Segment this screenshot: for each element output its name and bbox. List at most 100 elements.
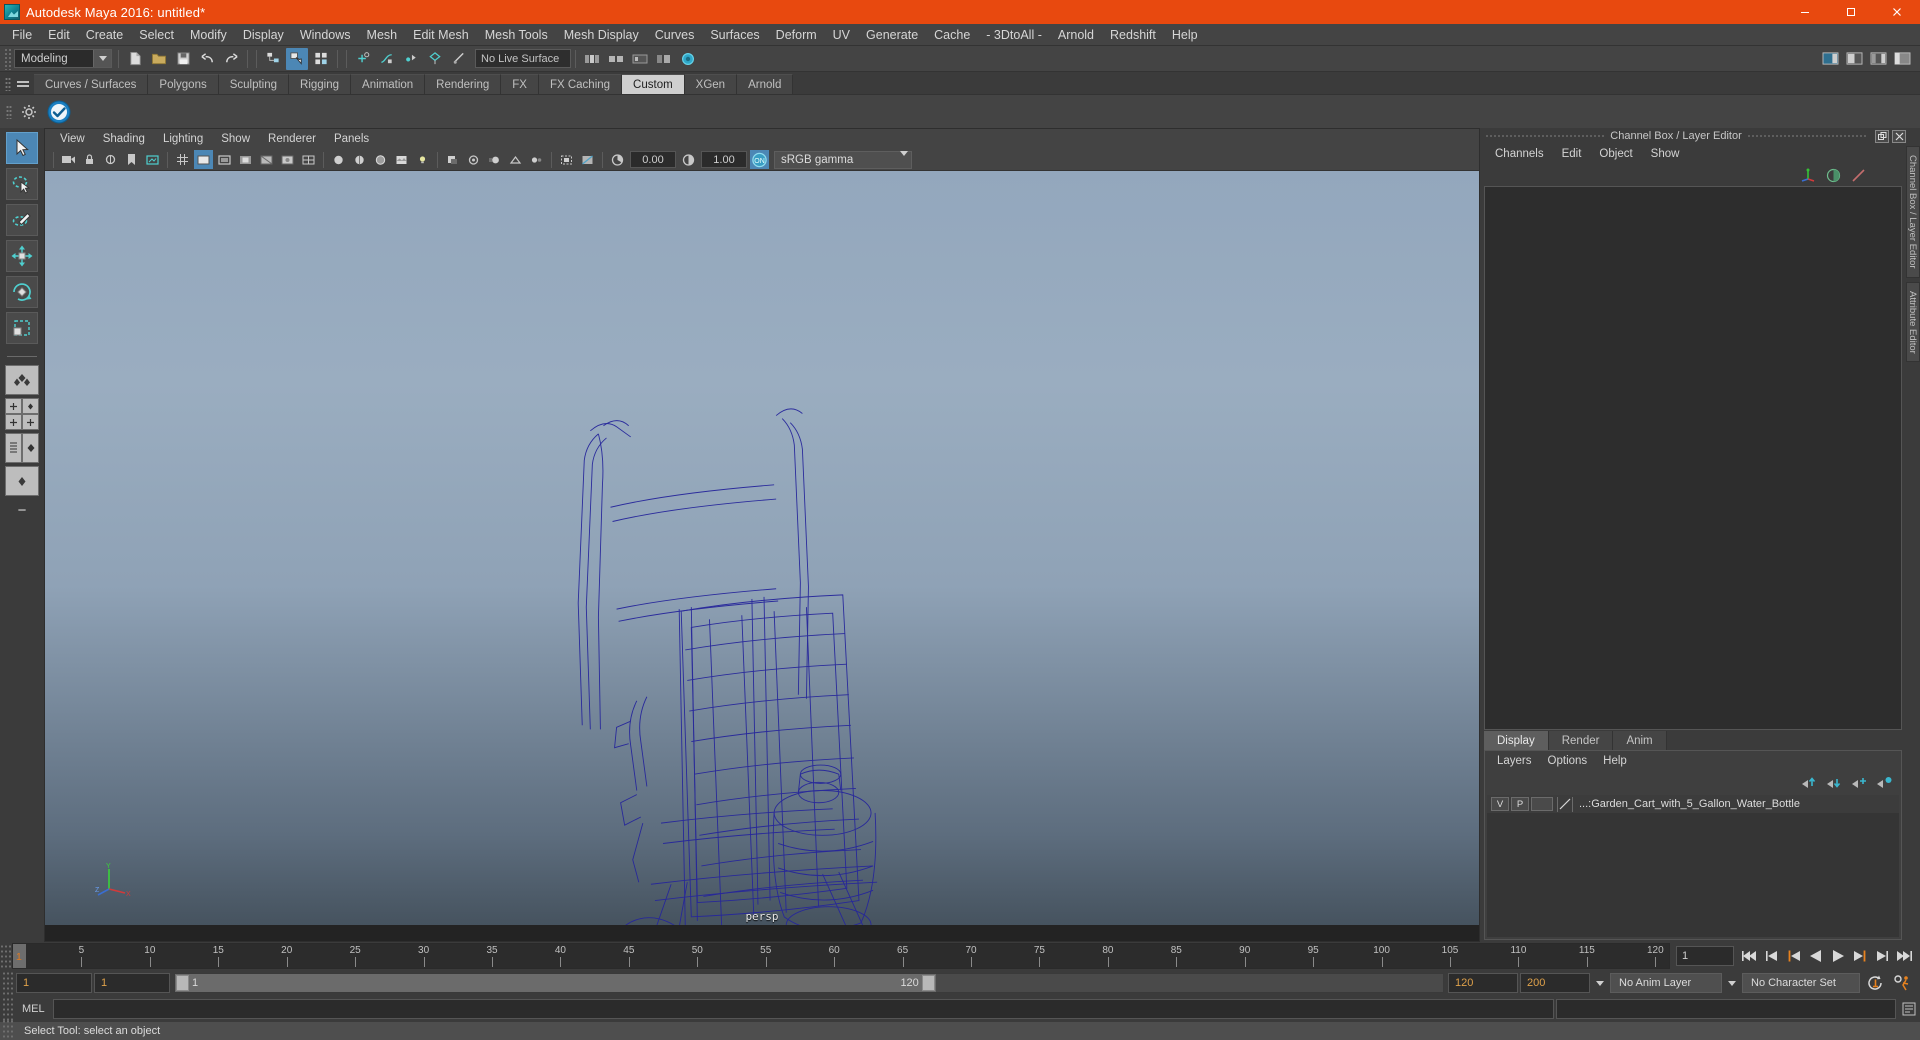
go-to-end-icon[interactable] [1894, 945, 1914, 967]
range-end-field[interactable]: 120 [1448, 973, 1518, 993]
menu-mesh-tools[interactable]: Mesh Tools [477, 25, 556, 45]
new-layer-icon[interactable] [1851, 776, 1868, 789]
menu-modify[interactable]: Modify [182, 25, 235, 45]
display-layer-list[interactable]: V P ...:Garden_Cart_with_5_Gallon_Water_… [1487, 795, 1899, 937]
viewport-menu-view[interactable]: View [51, 130, 94, 148]
move-layer-up-icon[interactable] [1801, 776, 1818, 789]
perspective-viewport[interactable]: Y X Z persp [45, 171, 1479, 925]
layer-row[interactable]: V P ...:Garden_Cart_with_5_Gallon_Water_… [1487, 795, 1899, 813]
textured-icon[interactable] [392, 150, 411, 169]
minimize-icon[interactable] [1782, 0, 1828, 24]
character-set-combo[interactable]: No Character Set [1742, 973, 1860, 993]
camera-attributes-icon[interactable] [101, 150, 120, 169]
layer-menu-layers[interactable]: Layers [1489, 752, 1540, 770]
playback-range-bar[interactable]: 1 120 [174, 973, 1444, 993]
gate-mask-icon[interactable] [236, 150, 255, 169]
close-icon[interactable] [1874, 0, 1920, 24]
screen-space-ao-icon[interactable] [464, 150, 483, 169]
lasso-select-tool-button[interactable] [6, 168, 38, 200]
exposure-field[interactable]: 0.00 [630, 151, 676, 168]
menu-mesh-display[interactable]: Mesh Display [556, 25, 647, 45]
shaded-wireframe-icon[interactable] [371, 150, 390, 169]
shelf-tab-custom[interactable]: Custom [622, 74, 685, 94]
gamma-icon[interactable] [679, 150, 698, 169]
grid-toggle-icon[interactable] [173, 150, 192, 169]
scale-tool-button[interactable] [6, 312, 38, 344]
menu-redshift[interactable]: Redshift [1102, 25, 1164, 45]
move-layer-down-icon[interactable] [1826, 776, 1843, 789]
chevron-down-icon[interactable] [900, 150, 908, 168]
snap-point-icon[interactable] [400, 48, 422, 70]
hypershade-persp-layout-icon[interactable] [5, 466, 39, 496]
channel-menu-object[interactable]: Object [1590, 145, 1641, 163]
menu-edit[interactable]: Edit [40, 25, 78, 45]
menu-3dtoall[interactable]: - 3DtoAll - [978, 25, 1050, 45]
layout-more-button[interactable]: − [5, 499, 39, 521]
shelf-tab-rigging[interactable]: Rigging [289, 74, 352, 94]
layer-tab-display[interactable]: Display [1484, 731, 1549, 750]
redo-icon[interactable] [220, 48, 242, 70]
3dtoall-converter-icon[interactable] [44, 97, 74, 127]
step-forward-key-icon[interactable] [1850, 945, 1870, 967]
select-camera-icon[interactable] [59, 150, 78, 169]
attribute-editor-toggle-icon[interactable] [1843, 48, 1865, 70]
new-layer-from-selected-icon[interactable] [1876, 776, 1893, 789]
undock-icon[interactable] [1875, 129, 1889, 143]
menu-windows[interactable]: Windows [292, 25, 359, 45]
toolbar-grip[interactable] [4, 47, 12, 70]
menu-cache[interactable]: Cache [926, 25, 978, 45]
animation-end-field[interactable]: 200 [1520, 973, 1590, 993]
menu-arnold[interactable]: Arnold [1050, 25, 1102, 45]
play-forwards-icon[interactable] [1828, 945, 1848, 967]
layer-menu-options[interactable]: Options [1540, 752, 1596, 770]
four-pane-layout-icon[interactable] [5, 398, 39, 430]
range-start-field[interactable]: 1 [94, 973, 170, 993]
side-tab-attribute-editor[interactable]: Attribute Editor [1906, 281, 1920, 363]
shape-icon[interactable] [1851, 168, 1866, 183]
shelf-tab-arnold[interactable]: Arnold [737, 74, 794, 94]
channel-box-toggle-icon[interactable] [1867, 48, 1889, 70]
menu-select[interactable]: Select [131, 25, 182, 45]
motion-blur-icon[interactable] [485, 150, 504, 169]
range-end-handle[interactable] [921, 975, 935, 991]
construction-history-icon[interactable] [605, 48, 627, 70]
shelf-tab-fx[interactable]: FX [501, 74, 539, 94]
select-component-icon[interactable] [310, 48, 332, 70]
snap-projected-icon[interactable] [424, 48, 446, 70]
depth-of-field-icon[interactable] [527, 150, 546, 169]
channel-box-icon[interactable] [1800, 167, 1816, 183]
rotate-tool-button[interactable] [6, 276, 38, 308]
menu-set-selector[interactable]: Modeling [14, 49, 112, 68]
range-start-handle[interactable] [176, 975, 189, 991]
command-line-grip[interactable] [2, 997, 14, 1021]
channel-menu-channels[interactable]: Channels [1486, 145, 1553, 163]
menu-deform[interactable]: Deform [768, 25, 825, 45]
color-management-toggle-icon[interactable]: ON [750, 150, 769, 169]
shelf-tab-curves-surfaces[interactable]: Curves / Surfaces [34, 74, 149, 94]
channel-menu-show[interactable]: Show [1642, 145, 1689, 163]
menu-edit-mesh[interactable]: Edit Mesh [405, 25, 477, 45]
bookmark-icon[interactable] [122, 150, 141, 169]
shelf-settings-icon[interactable] [14, 97, 44, 127]
tool-settings-toggle-icon[interactable] [1891, 48, 1913, 70]
layer-display-type-toggle[interactable] [1531, 797, 1553, 811]
shelf-tab-rendering[interactable]: Rendering [425, 74, 502, 94]
step-back-frame-icon[interactable] [1762, 945, 1782, 967]
status-bar-grip[interactable] [2, 1019, 14, 1040]
undo-icon[interactable] [196, 48, 218, 70]
current-frame-field[interactable]: 1 [1676, 946, 1734, 966]
hypershade-icon[interactable] [653, 48, 675, 70]
viewport-menu-shading[interactable]: Shading [94, 130, 154, 148]
render-view-icon[interactable] [677, 48, 699, 70]
lock-camera-icon[interactable] [80, 150, 99, 169]
film-gate-icon[interactable] [194, 150, 213, 169]
time-slider-grip[interactable] [0, 944, 12, 968]
color-management-combo[interactable]: sRGB gamma [774, 150, 912, 169]
select-tool-button[interactable] [6, 132, 38, 164]
menu-display[interactable]: Display [235, 25, 292, 45]
resolution-gate-icon[interactable] [215, 150, 234, 169]
anim-layer-combo[interactable]: No Anim Layer [1610, 973, 1722, 993]
close-panel-icon[interactable] [1892, 129, 1906, 143]
layer-color-icon[interactable] [1557, 796, 1573, 812]
xray-joints-icon[interactable] [278, 150, 297, 169]
